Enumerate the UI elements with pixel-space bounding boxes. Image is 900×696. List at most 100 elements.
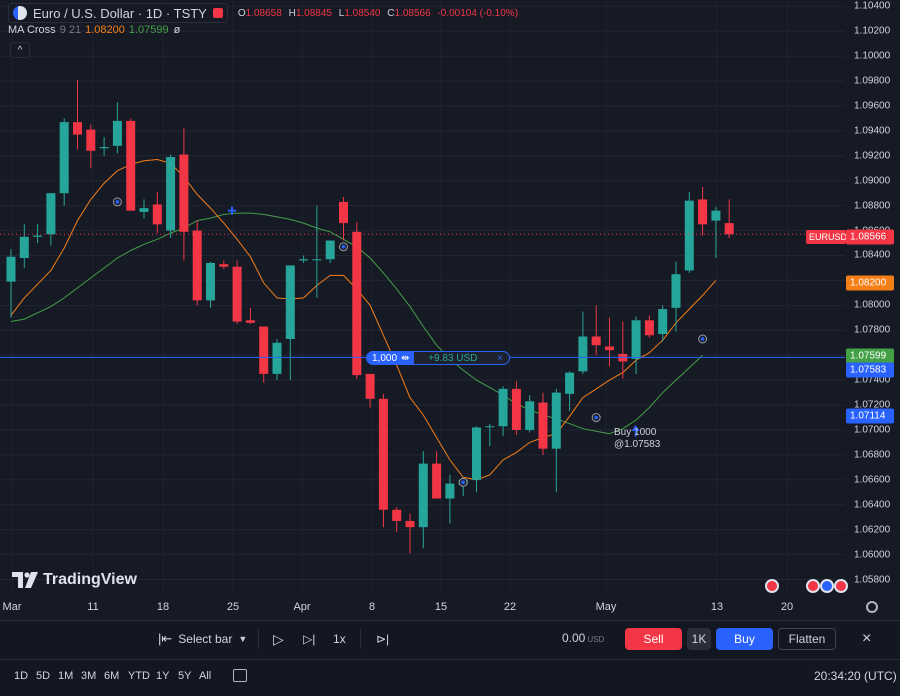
time-axis-label: 22 xyxy=(503,601,517,613)
candle xyxy=(99,137,109,156)
candle-body xyxy=(631,320,641,359)
candle xyxy=(538,392,548,455)
timeframe-all[interactable]: All xyxy=(199,670,211,682)
candle xyxy=(6,249,16,318)
candle-body xyxy=(19,236,29,258)
sell-button[interactable]: Sell xyxy=(625,628,682,650)
candle-body xyxy=(59,122,69,194)
candle-body xyxy=(658,309,668,335)
candle-body xyxy=(698,199,708,225)
indicator-symbol: ø xyxy=(173,24,181,36)
timeframe-1m[interactable]: 1M xyxy=(58,670,73,682)
quantity-button[interactable]: 1K xyxy=(687,628,711,650)
step-forward-button[interactable]: ▷| xyxy=(303,629,315,649)
candle xyxy=(684,191,694,273)
toolbar-divider xyxy=(258,629,259,649)
candle xyxy=(671,261,681,332)
candle-body xyxy=(392,509,402,521)
candle-body xyxy=(46,193,56,235)
candle-body xyxy=(299,259,309,261)
timeframe-6m[interactable]: 6M xyxy=(104,670,119,682)
time-axis-label: 11 xyxy=(87,601,99,613)
eu-event-icon[interactable] xyxy=(820,579,834,593)
replay-toolbar[interactable]: |⇤ Select bar ▼ ▷ ▷| 1x ⊳| 0.00 USD Sell … xyxy=(0,620,900,656)
candle xyxy=(325,240,335,263)
calendar-icon[interactable] xyxy=(233,669,247,682)
candle xyxy=(378,393,388,528)
candle xyxy=(432,451,442,499)
candle xyxy=(631,316,641,374)
candle xyxy=(405,513,415,554)
position-qty[interactable]: 1,000 ⇹ xyxy=(367,352,415,364)
speed-button[interactable]: 1x xyxy=(333,629,346,649)
candle-body xyxy=(33,235,43,237)
select-bar-icon: |⇤ xyxy=(158,631,173,646)
candle xyxy=(445,474,455,524)
jump-to-realtime-button[interactable]: ⊳| xyxy=(376,629,389,649)
candle-body xyxy=(405,520,415,528)
market-status-icon[interactable] xyxy=(212,8,223,18)
symbol-box[interactable]: Euro / U.S. Dollar · 1D · TSTY xyxy=(8,3,228,23)
trade-marker-dot xyxy=(461,480,466,485)
price-axis-label: 1.06600 xyxy=(854,474,891,486)
price-axis-label: 1.07800 xyxy=(854,324,891,336)
chart-area[interactable]: Euro / U.S. Dollar · 1D · TSTY O1.08658 … xyxy=(0,0,900,620)
candle xyxy=(139,199,149,219)
fast-ma-line xyxy=(10,158,717,481)
candle-body xyxy=(86,129,96,151)
position-pnl: +9.83 USD xyxy=(428,352,478,364)
candle-body xyxy=(472,427,481,480)
price-axis-label: 1.10400 xyxy=(854,0,891,12)
reverse-arrow-icon: ⇹ xyxy=(401,352,410,364)
candle xyxy=(179,128,189,261)
candle-body xyxy=(312,259,322,261)
us-event-icon-2[interactable] xyxy=(806,579,820,593)
candle-body xyxy=(432,463,442,499)
candle xyxy=(126,118,136,211)
symbol-title: Euro / U.S. Dollar · 1D · TSTY xyxy=(33,5,207,21)
tradingview-logo[interactable]: TradingView xyxy=(12,571,137,589)
close-replay-icon[interactable]: × xyxy=(862,630,871,648)
symbol-legend[interactable]: Euro / U.S. Dollar · 1D · TSTY O1.08658 … xyxy=(8,3,518,23)
indicator-legend[interactable]: MA Cross 9 21 1.08200 1.07599 ø xyxy=(8,24,180,36)
price-chart[interactable] xyxy=(0,0,900,620)
time-axis-label: 8 xyxy=(368,601,376,613)
buy-button[interactable]: Buy xyxy=(716,628,773,650)
bottom-toolbar[interactable]: 1D 5D 1M 3M 6M YTD 1Y 5Y All 20:34:20 (UTC) xyxy=(0,659,900,696)
candle xyxy=(232,260,242,325)
price-axis-label: 1.09000 xyxy=(854,175,891,187)
flatten-button[interactable]: Flatten xyxy=(778,628,836,650)
price-axis-label: 1.06400 xyxy=(854,499,891,511)
collapse-legend-button[interactable]: ^ xyxy=(10,42,30,58)
candle-body xyxy=(285,265,295,339)
trade-marker-dot xyxy=(341,244,346,249)
us-event-icon[interactable] xyxy=(765,579,779,593)
candle xyxy=(272,338,282,381)
timeframe-1y[interactable]: 1Y xyxy=(156,670,169,682)
us-event-icon-3[interactable] xyxy=(834,579,848,593)
price-axis-label: 1.09400 xyxy=(854,125,891,137)
price-axis-label: 1.10200 xyxy=(854,25,891,37)
chart-settings-icon[interactable] xyxy=(866,601,878,613)
utc-clock[interactable]: 20:34:20 (UTC) xyxy=(814,669,897,683)
price-change: -0.00104 (-0.10%) xyxy=(437,7,519,19)
candle-body xyxy=(591,336,601,346)
slow-ma-price-tag: 1.07599 xyxy=(846,348,894,364)
timeframe-5y[interactable]: 5Y xyxy=(178,670,191,682)
candle xyxy=(259,326,269,383)
select-bar-button[interactable]: |⇤ Select bar ▼ xyxy=(158,629,247,649)
candle-body xyxy=(166,157,176,231)
play-button[interactable]: ▷ xyxy=(273,629,284,649)
candle xyxy=(33,224,43,244)
timeframe-3m[interactable]: 3M xyxy=(81,670,96,682)
candle xyxy=(418,451,428,549)
timeframe-ytd[interactable]: YTD xyxy=(128,670,150,682)
close-position-icon[interactable]: × xyxy=(491,353,509,364)
entry-price-tag: 1.07583 xyxy=(846,362,894,378)
position-line-label[interactable]: 1,000 ⇹ +9.83 USD × xyxy=(366,351,510,365)
timeframe-5d[interactable]: 5D xyxy=(36,670,50,682)
time-axis-label: 18 xyxy=(156,601,170,613)
candle xyxy=(711,206,721,258)
timeframe-1d[interactable]: 1D xyxy=(14,670,28,682)
buy-execution-label: Buy 1000 @1.07583 xyxy=(614,427,661,450)
